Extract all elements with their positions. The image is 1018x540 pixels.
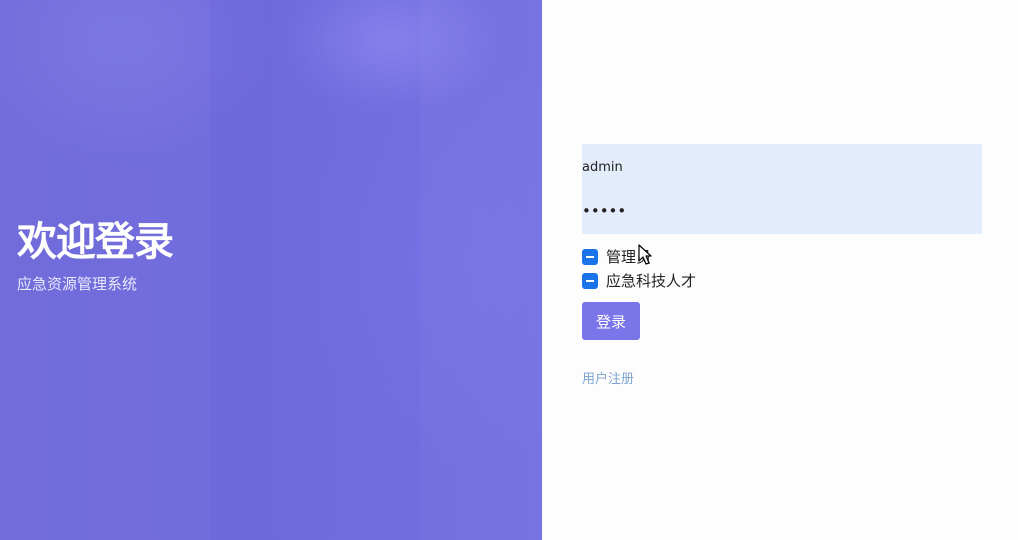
role-admin-checkbox[interactable] xyxy=(582,248,598,265)
hero-title: 欢迎登录 xyxy=(17,219,174,265)
credentials-box xyxy=(582,144,982,234)
indeterminate-icon xyxy=(586,279,594,282)
mouse-cursor-icon xyxy=(638,244,652,265)
hero-background-band xyxy=(0,0,210,540)
username-input[interactable] xyxy=(582,156,982,178)
login-panel: 管理员 应急科技人才 登录 用户注册 xyxy=(542,0,1018,540)
password-input[interactable] xyxy=(582,200,982,222)
register-link[interactable]: 用户注册 xyxy=(582,368,634,387)
role-option-expert[interactable]: 应急科技人才 xyxy=(582,270,696,291)
hero-subtitle: 应急资源管理系统 xyxy=(17,275,138,293)
login-button[interactable]: 登录 xyxy=(582,302,640,340)
hero-panel: 欢迎登录 应急资源管理系统 xyxy=(0,0,542,540)
role-expert-checkbox[interactable] xyxy=(582,272,598,289)
hero-background-band xyxy=(420,0,542,540)
indeterminate-icon xyxy=(586,255,594,258)
login-page: 欢迎登录 应急资源管理系统 管理员 应急科技人才 登录 用户注册 xyxy=(0,0,1018,540)
role-expert-label: 应急科技人才 xyxy=(606,272,697,290)
